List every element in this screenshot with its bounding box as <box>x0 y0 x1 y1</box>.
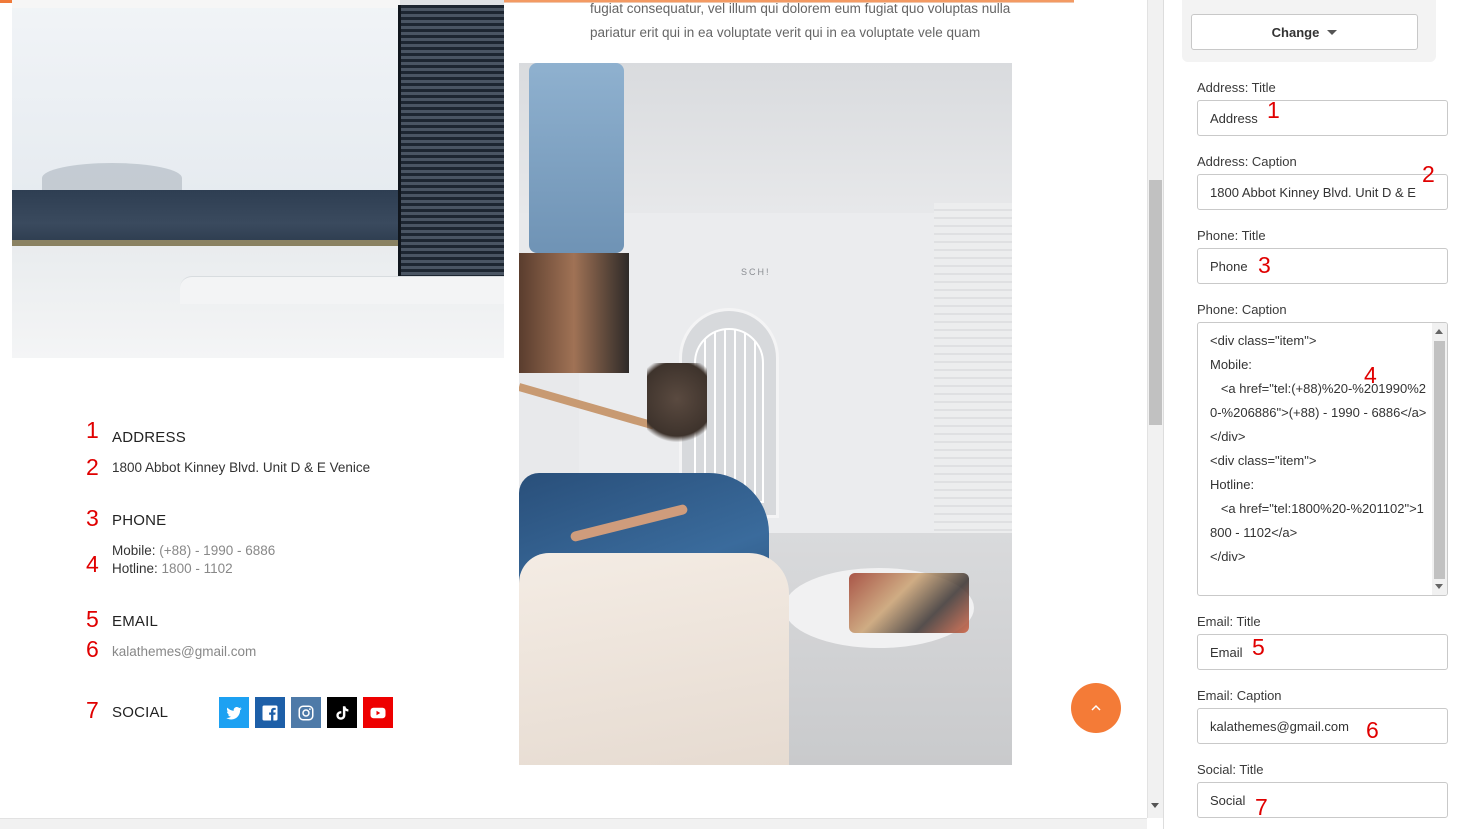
preview-scrollbar[interactable] <box>1147 0 1163 818</box>
app-window: fugiat consequatur, vel illum qui dolore… <box>0 0 1463 829</box>
tiktok-button[interactable] <box>327 697 357 728</box>
scroll-down-arrow-icon[interactable] <box>1151 803 1159 808</box>
facebook-button[interactable] <box>255 697 285 728</box>
hotline-link[interactable]: 1800 - 1102 <box>162 561 233 576</box>
twitter-icon <box>226 706 242 719</box>
address-title: ADDRESS <box>112 429 186 446</box>
photo-brick-wall <box>934 203 1012 543</box>
youtube-button[interactable] <box>363 697 393 728</box>
scroll-up-arrow-icon[interactable] <box>1435 329 1443 334</box>
textarea-scrollbar-thumb[interactable] <box>1434 341 1445 579</box>
photo-window-blinds <box>398 5 504 283</box>
address-caption: 1800 Abbot Kinney Blvd. Unit D & E Venic… <box>112 460 371 475</box>
facebook-icon <box>262 705 278 720</box>
email-caption-label: Email: Caption <box>1197 688 1282 703</box>
phone-caption-label: Phone: Caption <box>1197 302 1287 317</box>
hotline-item: Hotline: 1800 - 1102 <box>112 560 275 578</box>
photo-plant <box>647 363 707 453</box>
instagram-icon <box>298 705 314 720</box>
scroll-down-arrow-icon[interactable] <box>1435 584 1443 589</box>
scroll-to-top-button[interactable] <box>1071 683 1121 733</box>
phone-title-input[interactable] <box>1197 248 1448 284</box>
photo-mountain <box>42 163 182 193</box>
social-title-label: Social: Title <box>1197 762 1264 777</box>
photo-shop-sign: SCH! <box>741 267 771 277</box>
email-title-label: Email: Title <box>1197 614 1261 629</box>
mobile-link[interactable]: (+88) - 1990 - 6886 <box>159 543 275 558</box>
photo-scarves <box>849 573 969 633</box>
social-title-input[interactable] <box>1197 782 1448 818</box>
phone-title-label: Phone: Title <box>1197 228 1266 243</box>
address-title-label: Address: Title <box>1197 80 1276 95</box>
instagram-button[interactable] <box>291 697 321 728</box>
chevron-up-icon <box>1091 704 1101 711</box>
address-title-input[interactable] <box>1197 100 1448 136</box>
address-caption-input[interactable] <box>1197 174 1448 210</box>
annotation-number: 5 <box>86 606 99 632</box>
seaside-building-photo <box>12 0 504 358</box>
tiktok-icon <box>336 705 349 720</box>
email-caption-input[interactable] <box>1197 708 1448 744</box>
annotation-number: 6 <box>86 636 99 662</box>
mobile-item: Mobile: (+88) - 1990 - 6886 <box>112 542 275 560</box>
photo-lace-top <box>519 553 789 765</box>
caret-down-icon <box>1327 29 1338 35</box>
social-title: SOCIAL <box>112 704 169 721</box>
email-link[interactable]: kalathemes@gmail.com <box>112 643 256 661</box>
address-caption-label: Address: Caption <box>1197 154 1297 169</box>
preview-scrollbar-thumb[interactable] <box>1149 180 1162 425</box>
social-links <box>219 697 393 728</box>
youtube-icon <box>370 707 386 718</box>
phone-caption-textarea[interactable]: <div class="item"> Mobile: <a href="tel:… <box>1197 322 1448 596</box>
phone-caption: Mobile: (+88) - 1990 - 6886 Hotline: 180… <box>112 542 275 578</box>
twitter-button[interactable] <box>219 697 249 728</box>
annotation-number: 3 <box>86 505 99 531</box>
photo-step <box>180 276 504 304</box>
change-button-label: Change <box>1271 24 1320 40</box>
photo-hanging-jeans <box>529 63 624 253</box>
phone-title: PHONE <box>112 512 167 529</box>
phone-caption-text[interactable]: <div class="item"> Mobile: <a href="tel:… <box>1210 329 1430 569</box>
hotline-label: Hotline: <box>112 561 158 576</box>
change-dropdown-button[interactable]: Change <box>1191 14 1418 50</box>
email-title-input[interactable] <box>1197 634 1448 670</box>
page-preview: fugiat consequatur, vel illum qui dolore… <box>0 0 1147 818</box>
email-title: EMAIL <box>112 613 159 630</box>
annotation-number: 4 <box>86 551 99 577</box>
photo-clothing-rack <box>519 253 629 373</box>
settings-sidebar: Change Address: Title Address: Caption P… <box>1163 0 1463 829</box>
annotation-number: 7 <box>86 697 99 723</box>
boutique-photo: SCH! <box>519 63 1012 765</box>
preview-horizontal-scrollbar[interactable] <box>0 818 1147 829</box>
intro-paragraph: fugiat consequatur, vel illum qui dolore… <box>590 1 1011 40</box>
annotation-number: 1 <box>86 417 99 443</box>
mobile-label: Mobile: <box>112 543 156 558</box>
textarea-scrollbar[interactable] <box>1432 323 1447 595</box>
annotation-number: 2 <box>86 454 99 480</box>
